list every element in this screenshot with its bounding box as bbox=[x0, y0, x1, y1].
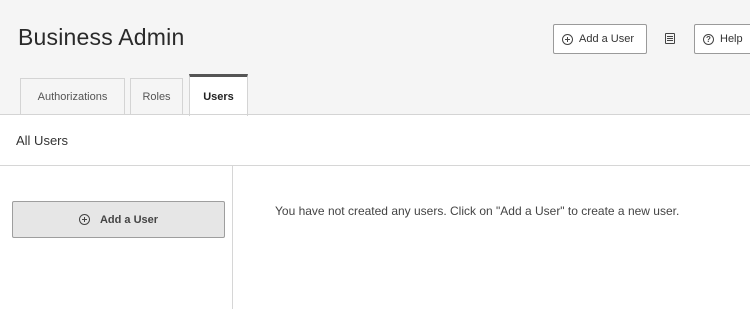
document-icon[interactable] bbox=[665, 33, 675, 44]
tab-label: Authorizations bbox=[37, 91, 108, 103]
tab-label: Users bbox=[203, 90, 234, 103]
tab-roles[interactable]: Roles bbox=[130, 78, 183, 115]
page-header: Business Admin Add a User ? Help Authori… bbox=[0, 0, 750, 116]
section-title: All Users bbox=[16, 133, 69, 148]
plus-circle-icon bbox=[78, 214, 90, 225]
add-user-label: Add a User bbox=[579, 33, 635, 45]
help-label: Help bbox=[720, 33, 743, 45]
add-user-button-sidebar[interactable]: Add a User bbox=[12, 201, 225, 238]
tab-users[interactable]: Users bbox=[189, 74, 248, 116]
add-user-label: Add a User bbox=[99, 213, 159, 226]
add-user-button-header[interactable]: Add a User bbox=[553, 24, 647, 54]
question-circle-icon: ? bbox=[703, 33, 714, 45]
tab-divider bbox=[0, 114, 750, 115]
tab-label: Roles bbox=[142, 91, 171, 103]
help-button[interactable]: ? Help bbox=[694, 24, 750, 54]
business-admin-page: Business Admin Add a User ? Help Authori… bbox=[0, 0, 750, 309]
tab-authorizations[interactable]: Authorizations bbox=[20, 78, 125, 115]
section-divider bbox=[0, 165, 750, 166]
panel-divider bbox=[232, 166, 233, 309]
empty-state-message: You have not created any users. Click on… bbox=[275, 204, 680, 218]
plus-circle-icon bbox=[562, 33, 573, 45]
page-title: Business Admin bbox=[18, 24, 185, 50]
